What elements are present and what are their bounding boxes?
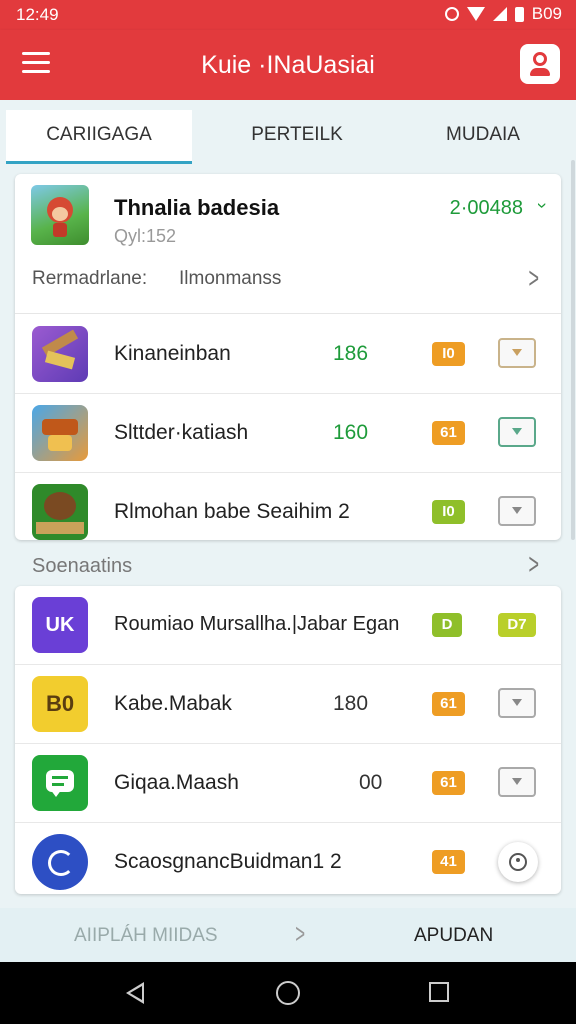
- game-name: Kinaneinban: [114, 342, 231, 365]
- tab-cariigaga[interactable]: CARIIGAGA: [6, 110, 192, 164]
- list-item[interactable]: ScaosgnancBuidman1 2 41: [15, 823, 561, 894]
- app-count: 180: [333, 692, 369, 715]
- rec-label: Rermadrlane:: [32, 268, 148, 289]
- game-badge: I0: [432, 342, 465, 366]
- tab-bar: CARIIGAGA PERTEILK MUDAIA: [0, 100, 576, 168]
- recommendation-row[interactable]: Rermadrlane: Ilmonmanss >: [15, 260, 561, 314]
- app-badge: D: [432, 613, 462, 637]
- alarm-icon: [444, 7, 459, 21]
- bottom-nav: AIIPLÁH MIIDAS > APUDAN: [0, 908, 576, 962]
- section-header[interactable]: Soenaatins >: [15, 548, 561, 584]
- rec-value: Ilmonmanss: [179, 268, 282, 289]
- status-right-text: B09: [531, 4, 562, 23]
- download-button[interactable]: [498, 338, 536, 368]
- game-count: 186: [333, 342, 369, 365]
- game-icon: [32, 405, 88, 461]
- floating-action-button[interactable]: [498, 842, 538, 882]
- app-name: ScaosgnancBuidman1 2: [114, 850, 342, 873]
- chevron-down-icon: [512, 428, 522, 435]
- featured-title: Thnalia badesia: [114, 195, 280, 220]
- app-count: 00: [359, 771, 383, 794]
- status-bar: 12:49 B09: [0, 0, 576, 30]
- scrollbar[interactable]: [571, 160, 575, 540]
- chevron-right-icon: >: [528, 548, 540, 581]
- signal-icon: [492, 7, 507, 21]
- game-icon: [32, 326, 88, 382]
- chevron-down-icon: [512, 699, 522, 706]
- target-icon: [509, 853, 527, 871]
- open-button[interactable]: [498, 767, 536, 797]
- expand-button[interactable]: [498, 417, 536, 447]
- app-name: Roumiao Mursallha.|Jabar Egan: [114, 613, 400, 635]
- tab-mudaia[interactable]: MUDAIA: [390, 110, 576, 164]
- featured-game-icon[interactable]: [31, 185, 89, 245]
- app-badge: 41: [432, 850, 465, 874]
- list-item[interactable]: B0 Kabe.Mabak 180 61: [15, 665, 561, 744]
- app-name: Giqaa.Maash: [114, 771, 239, 794]
- featured-count: 2·00488: [449, 197, 523, 219]
- wifi-icon: [466, 7, 485, 21]
- game-icon: [32, 484, 88, 540]
- system-nav-bar: [0, 962, 576, 1024]
- game-name: Slttder·katiash: [114, 421, 249, 444]
- featured-subtitle: Qyl:152: [114, 226, 177, 246]
- app-badge-secondary: D7: [498, 613, 536, 637]
- chevron-right-icon: >: [295, 918, 306, 949]
- list-item[interactable]: Giqaa.Maash 00 61: [15, 744, 561, 823]
- game-count: 160: [333, 421, 369, 444]
- status-icons: B09: [444, 4, 562, 24]
- app-name: Kabe.Mabak: [114, 692, 232, 715]
- apps-card: UK Roumiao Mursallha.|Jabar Egan D D7 B0…: [15, 586, 561, 894]
- games-card: Thnalia badesia Qyl:152 2·00488 › Rermad…: [15, 174, 561, 540]
- list-item[interactable]: UK Roumiao Mursallha.|Jabar Egan D D7: [15, 586, 561, 665]
- link-button[interactable]: [498, 496, 536, 526]
- home-icon[interactable]: [276, 981, 300, 1005]
- recents-icon[interactable]: [429, 982, 449, 1002]
- bottom-nav-right[interactable]: APUDAN: [414, 925, 493, 947]
- section-title: Soenaatins: [32, 555, 133, 577]
- tab-perteilk[interactable]: PERTEILK: [204, 110, 390, 164]
- expand-button[interactable]: [498, 688, 536, 718]
- box-icon: [512, 778, 522, 785]
- app-icon: B0: [32, 676, 88, 732]
- user-icon: [533, 52, 547, 66]
- game-badge: I0: [432, 500, 465, 524]
- app-bar: Kuie ·INaUasiai: [0, 30, 576, 100]
- list-item[interactable]: Slttder·katiash 160 61: [15, 394, 561, 473]
- chat-icon: [32, 755, 88, 811]
- chevron-right-icon: >: [528, 262, 540, 295]
- list-item[interactable]: Kinaneinban 186 I0: [15, 315, 561, 394]
- game-badge: 61: [432, 421, 465, 445]
- bottom-nav-left[interactable]: AIIPLÁH MIIDAS: [74, 925, 218, 947]
- status-time: 12:49: [16, 5, 59, 24]
- download-icon: [512, 349, 522, 356]
- battery-icon: [514, 6, 524, 22]
- link-icon: [512, 507, 522, 514]
- app-title: Kuie ·INaUasiai: [201, 51, 375, 79]
- app-icon: UK: [32, 597, 88, 653]
- list-item[interactable]: Rlmohan babe Seaihim 2 I0: [15, 473, 561, 552]
- app-badge: 61: [432, 771, 465, 795]
- chevron-icon[interactable]: ›: [532, 203, 553, 209]
- profile-button[interactable]: [520, 44, 560, 84]
- game-name: Rlmohan babe Seaihim 2: [114, 500, 350, 523]
- app-badge: 61: [432, 692, 465, 716]
- app-icon: [32, 834, 88, 890]
